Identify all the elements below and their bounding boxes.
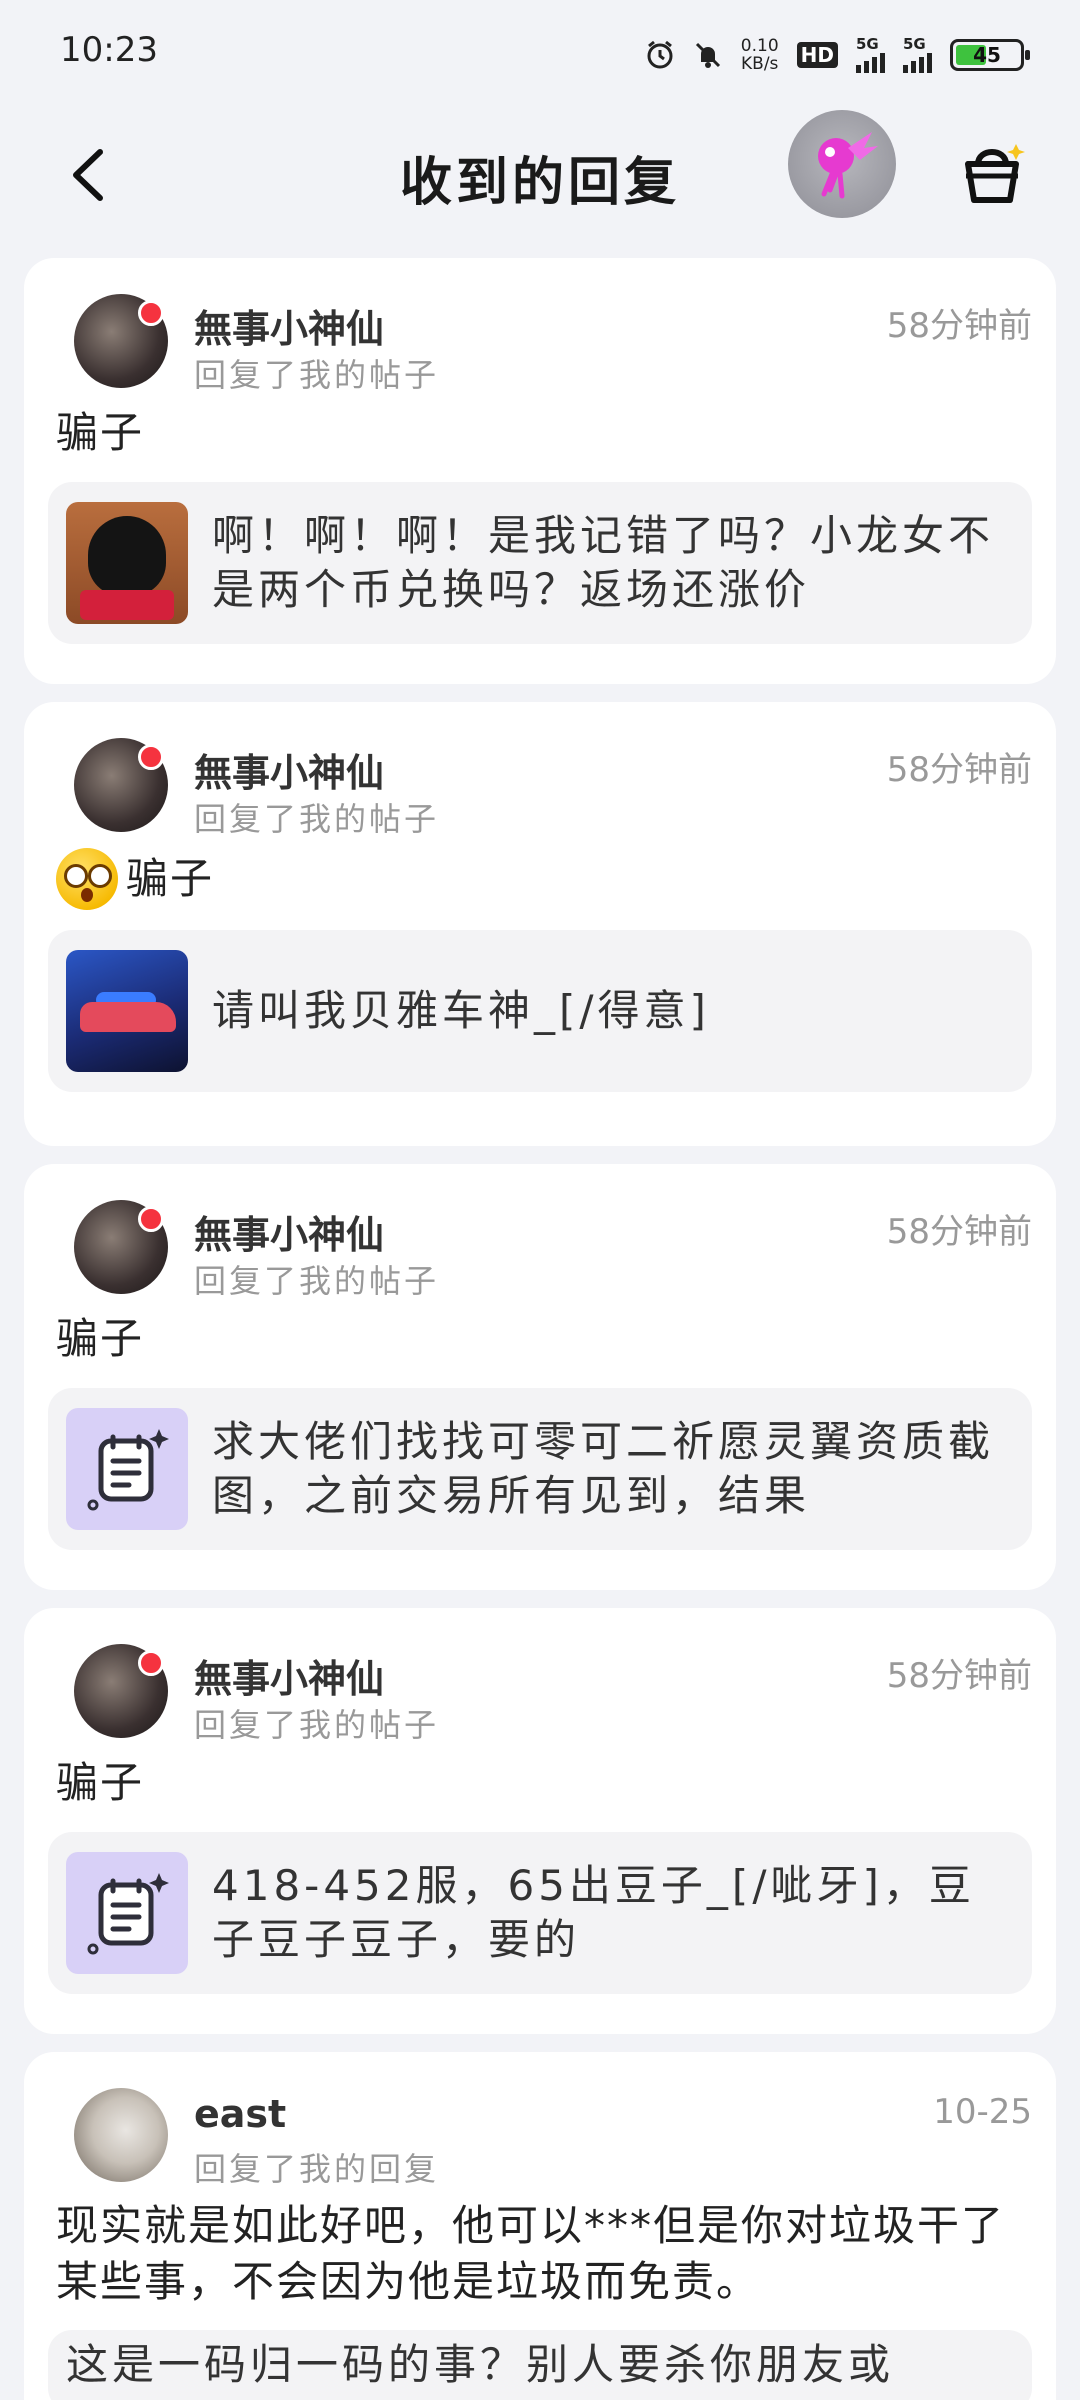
username[interactable]: 無事小神仙	[194, 742, 384, 797]
surprised-emoji-icon	[56, 848, 118, 910]
quoted-post[interactable]: 这是一码归一码的事？别人要杀你朋友或	[48, 2330, 1032, 2400]
timestamp: 58分钟前	[886, 306, 1032, 346]
reply-header: 無事小神仙 回复了我的帖子 58分钟前	[48, 1200, 1032, 1300]
mute-bell-icon	[693, 40, 723, 70]
net-speed-unit: KB/s	[741, 54, 779, 74]
username[interactable]: 無事小神仙	[194, 298, 384, 353]
reply-type: 回复了我的帖子	[194, 356, 440, 394]
username[interactable]: 無事小神仙	[194, 1648, 384, 1703]
status-time: 10:23	[60, 30, 158, 70]
avatar[interactable]	[74, 2088, 168, 2182]
shop-basket-button[interactable]	[958, 138, 1028, 208]
reply-card[interactable]: 無事小神仙 回复了我的帖子 58分钟前 骗子 啊！啊！啊！是我记错了吗？小龙女不…	[24, 258, 1056, 684]
reply-card[interactable]: 無事小神仙 回复了我的帖子 58分钟前 骗子 请叫我贝雅车神_[/得意]	[24, 702, 1056, 1146]
reply-type: 回复了我的帖子	[194, 1262, 440, 1300]
reply-type: 回复了我的回复	[194, 2150, 440, 2188]
reply-card[interactable]: 無事小神仙 回复了我的帖子 58分钟前 骗子 求大佬们找找可零可二祈愿灵翼资质截…	[24, 1164, 1056, 1590]
timestamp: 10-25	[933, 2092, 1032, 2132]
timestamp: 58分钟前	[886, 1656, 1032, 1696]
reply-header: 無事小神仙 回复了我的帖子 58分钟前	[48, 738, 1032, 838]
reply-text: 骗子	[56, 408, 145, 457]
header: 收到的回复	[0, 110, 1080, 240]
reply-header: 無事小神仙 回复了我的帖子 58分钟前	[48, 294, 1032, 394]
post-thumbnail	[66, 1852, 188, 1974]
quoted-text: 请叫我贝雅车神_[/得意]	[212, 986, 710, 1035]
alarm-icon	[645, 40, 675, 70]
post-thumbnail	[66, 1408, 188, 1530]
quoted-text: 这是一码归一码的事？别人要杀你朋友或	[66, 2340, 895, 2389]
username[interactable]: 無事小神仙	[194, 1204, 384, 1259]
status-bar: 10:23 0.10 KB/s HD 5G 5G 45	[0, 0, 1080, 110]
battery-level: 45	[973, 43, 1001, 67]
pink-creature-icon	[818, 132, 878, 199]
reply-text: 骗子	[56, 1314, 145, 1363]
quoted-post[interactable]: 418-452服，65出豆子_[/呲牙]，豆子豆子豆子，要的	[48, 1832, 1032, 1994]
reply-text: 现实就是如此好吧，他可以***但是你对垃圾干了某些事，不会因为他是垃圾而免责。	[56, 2201, 1006, 2306]
mascot-avatar[interactable]	[788, 110, 896, 218]
text-post-icon	[87, 1873, 169, 1955]
quoted-text: 418-452服，65出豆子_[/呲牙]，豆子豆子豆子，要的	[212, 1861, 975, 1964]
reply-type: 回复了我的帖子	[194, 1706, 440, 1744]
reply-text: 骗子	[56, 1758, 145, 1807]
quoted-text: 啊！啊！啊！是我记错了吗？小龙女不是两个币兑换吗？返场还涨价	[212, 511, 995, 614]
reply-card[interactable]: 無事小神仙 回复了我的帖子 58分钟前 骗子 418-452服，65出豆子_[/…	[24, 1608, 1056, 2034]
reply-list: 無事小神仙 回复了我的帖子 58分钟前 骗子 啊！啊！啊！是我记错了吗？小龙女不…	[24, 258, 1056, 2400]
shopping-basket-icon	[965, 144, 1025, 203]
unread-dot	[138, 744, 164, 770]
hd-icon: HD	[796, 42, 838, 68]
battery-icon: 45	[950, 39, 1030, 71]
unread-dot	[138, 300, 164, 326]
signal-5g-icon: 5G	[856, 35, 885, 73]
reply-card[interactable]: east 回复了我的回复 10-25 现实就是如此好吧，他可以***但是你对垃圾…	[24, 2052, 1056, 2400]
username[interactable]: east	[194, 2092, 286, 2136]
net-speed: 0.10 KB/s	[741, 37, 779, 73]
reply-header: 無事小神仙 回复了我的帖子 58分钟前	[48, 1644, 1032, 1744]
timestamp: 58分钟前	[886, 1212, 1032, 1252]
quoted-post[interactable]: 求大佬们找找可零可二祈愿灵翼资质截图，之前交易所有见到，结果	[48, 1388, 1032, 1550]
unread-dot	[138, 1650, 164, 1676]
quoted-post[interactable]: 请叫我贝雅车神_[/得意]	[48, 930, 1032, 1092]
text-post-icon	[87, 1429, 169, 1511]
quoted-post[interactable]: 啊！啊！啊！是我记错了吗？小龙女不是两个币兑换吗？返场还涨价	[48, 482, 1032, 644]
page-title: 收到的回复	[399, 153, 680, 213]
reply-header: east 回复了我的回复 10-25	[48, 2088, 1032, 2188]
net-speed-value: 0.10	[740, 36, 779, 56]
reply-text: 骗子	[126, 854, 215, 903]
post-thumbnail	[66, 502, 188, 624]
quoted-text: 求大佬们找找可零可二祈愿灵翼资质截图，之前交易所有见到，结果	[212, 1417, 995, 1520]
reply-text-row: 骗子	[48, 848, 1032, 910]
signal-label: 5G	[856, 35, 879, 53]
status-icons: 0.10 KB/s HD 5G 5G 45	[645, 30, 1030, 80]
unread-dot	[138, 1206, 164, 1232]
signal-label-2: 5G	[903, 35, 926, 53]
reply-type: 回复了我的帖子	[194, 800, 440, 838]
signal-5g-icon-2: 5G	[903, 35, 932, 73]
post-thumbnail	[66, 950, 188, 1072]
timestamp: 58分钟前	[886, 750, 1032, 790]
